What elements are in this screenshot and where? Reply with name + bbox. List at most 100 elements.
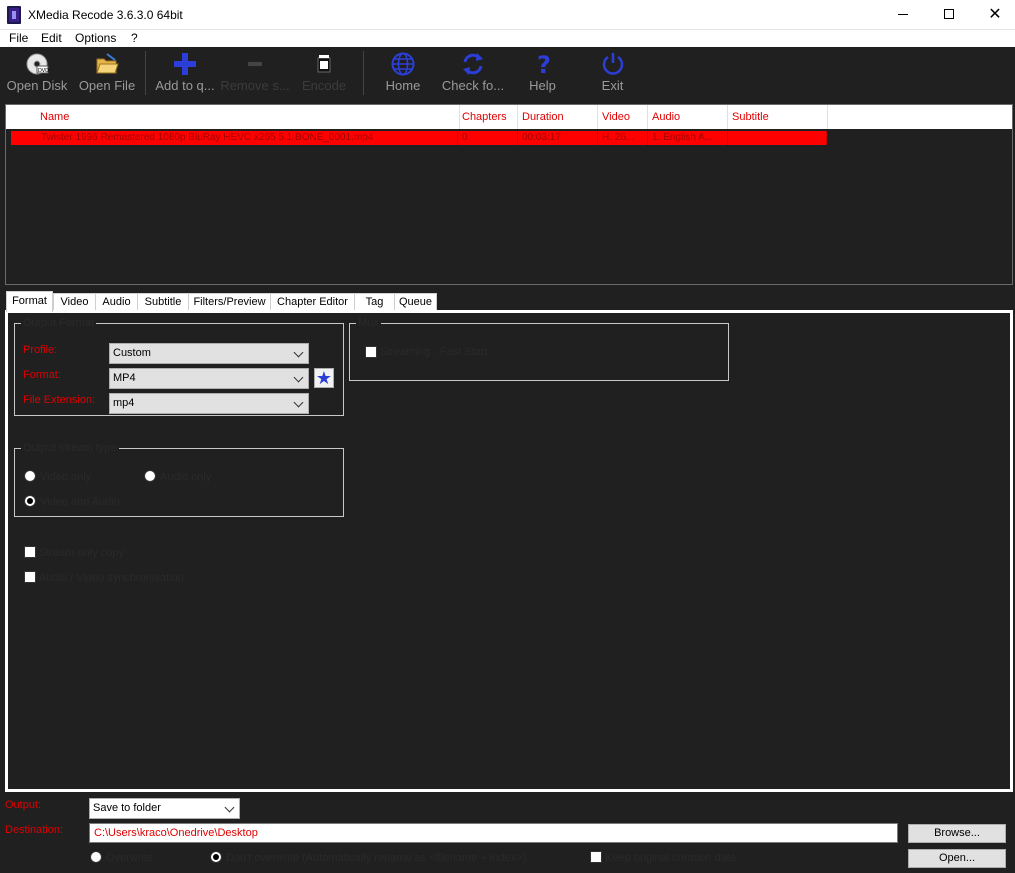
file-extension-dropdown[interactable]: mp4 <box>109 393 309 414</box>
home-label: Home <box>385 78 421 93</box>
column-header-duration[interactable]: Duration <box>518 105 598 129</box>
exit-button[interactable]: Exit <box>585 47 640 99</box>
cell-duration: 00:03:17 <box>518 131 598 145</box>
column-header-audio[interactable]: Audio <box>648 105 728 129</box>
av-sync-label: Audio / Video synchronisation <box>39 572 184 584</box>
format-label: Format: <box>23 369 61 381</box>
browse-button[interactable]: Browse... <box>908 824 1006 843</box>
add-to-queue-label: Add to q... <box>155 78 215 93</box>
plus-icon <box>173 52 197 76</box>
encode-label: Encode <box>301 78 347 93</box>
streaming-fast-start-checkbox[interactable] <box>365 346 377 358</box>
toolbar-separator <box>363 51 364 95</box>
format-tab-content: Output Format Profile: Custom Format: MP… <box>8 313 1010 789</box>
overwrite-label: Overwrite <box>106 852 154 864</box>
keep-creation-date-checkbox[interactable] <box>590 851 602 863</box>
file-extension-label: File Extension: <box>23 394 96 406</box>
open-button[interactable]: Open... <box>908 849 1006 868</box>
menu-file[interactable]: File <box>9 31 28 45</box>
format-tab-panel: Output Format Profile: Custom Format: MP… <box>5 310 1013 792</box>
output-format-group: Output Format Profile: Custom Format: MP… <box>14 316 344 416</box>
add-to-queue-button[interactable]: Add to q... <box>150 47 220 99</box>
keep-creation-date-label: Keep original creation date <box>605 852 736 864</box>
profile-label: Profile: <box>23 344 58 356</box>
tab-queue[interactable]: Queue <box>394 293 437 311</box>
streaming-fast-start-label: Streaming - Fast Start <box>380 346 488 358</box>
table-row[interactable]: Twister 1996 Remastered 1080p BluRay HEV… <box>11 131 827 145</box>
column-header-video[interactable]: Video <box>598 105 648 129</box>
check-for-updates-button[interactable]: Check fo... <box>437 47 509 99</box>
maximize-icon <box>944 9 954 19</box>
file-list[interactable]: Name Chapters Duration Video Audio Subti… <box>5 104 1013 285</box>
help-button[interactable]: ? Help <box>515 47 570 99</box>
mux-legend: Mux <box>356 316 381 330</box>
video-only-radio[interactable] <box>24 470 36 482</box>
cell-chapters: 0 <box>458 131 518 145</box>
chevron-down-icon <box>224 802 235 813</box>
column-header-chapters[interactable]: Chapters <box>458 105 518 129</box>
format-dropdown[interactable]: MP4 <box>109 368 309 389</box>
open-disk-button[interactable]: DVD Open Disk <box>2 47 72 99</box>
remove-button[interactable]: Remove s... <box>220 47 290 99</box>
audio-only-label: Audio only <box>160 471 212 483</box>
menu-options[interactable]: Options <box>75 31 116 45</box>
destination-field[interactable]: C:\Users\kraco\Onedrive\Desktop <box>89 823 898 843</box>
output-stream-type-legend: Output stream type <box>21 441 119 455</box>
video-and-audio-radio[interactable] <box>24 495 36 507</box>
app-film-icon <box>7 6 21 24</box>
help-label: Help <box>529 78 556 93</box>
profile-dropdown[interactable]: Custom <box>109 343 309 364</box>
tab-format[interactable]: Format <box>6 291 53 312</box>
tab-subtitle[interactable]: Subtitle <box>137 293 189 311</box>
power-icon <box>601 52 625 76</box>
cell-audio: 1. English A... <box>648 131 728 145</box>
toolbar-separator <box>145 51 146 95</box>
favorite-star-button[interactable]: ★ <box>314 368 334 388</box>
stream-only-copy-checkbox[interactable] <box>24 546 36 558</box>
output-stream-type-group: Output stream type Video only Audio only… <box>14 441 344 517</box>
maximize-button[interactable] <box>926 0 972 30</box>
open-disk-label: Open Disk <box>6 78 68 93</box>
close-button[interactable]: ✕ <box>972 0 1015 30</box>
open-folder-icon <box>95 52 119 76</box>
cell-name: Twister 1996 Remastered 1080p BluRay HEV… <box>37 131 458 145</box>
video-and-audio-label: Video and Audio <box>40 496 120 508</box>
menu-edit[interactable]: Edit <box>41 31 62 45</box>
column-header-name[interactable]: Name <box>36 105 460 129</box>
menu-help[interactable]: ? <box>131 31 138 45</box>
question-mark-icon: ? <box>531 51 555 79</box>
encode-button[interactable]: Encode <box>295 47 353 99</box>
output-mode-value: Save to folder <box>93 802 161 814</box>
tab-audio[interactable]: Audio <box>95 293 138 311</box>
tab-video[interactable]: Video <box>53 293 96 311</box>
destination-value: C:\Users\kraco\Onedrive\Desktop <box>94 827 258 839</box>
audio-only-radio[interactable] <box>144 470 156 482</box>
destination-label: Destination: <box>5 824 64 836</box>
remove-label: Remove s... <box>220 78 290 93</box>
column-header-subtitle[interactable]: Subtitle <box>728 105 828 129</box>
svg-text:DVD: DVD <box>38 68 49 74</box>
open-file-button[interactable]: Open File <box>73 47 141 99</box>
refresh-icon <box>461 52 485 76</box>
home-button[interactable]: Home <box>372 47 434 99</box>
format-value: MP4 <box>113 372 136 384</box>
mux-group: Mux Streaming - Fast Start <box>349 316 729 381</box>
overwrite-radio[interactable] <box>90 851 102 863</box>
minus-icon <box>243 52 267 76</box>
minimize-button[interactable] <box>880 0 926 30</box>
cell-subtitle <box>728 131 827 145</box>
output-mode-dropdown[interactable]: Save to folder <box>89 798 240 819</box>
stream-only-copy-label: Stream only copy <box>39 547 124 559</box>
dvd-disk-icon: DVD <box>25 52 49 76</box>
globe-icon <box>391 52 415 76</box>
tab-tag[interactable]: Tag <box>354 293 395 311</box>
tab-chapter-editor[interactable]: Chapter Editor <box>270 293 355 311</box>
tab-filters-preview[interactable]: Filters/Preview <box>188 293 271 311</box>
output-format-legend: Output Format <box>21 316 96 330</box>
chevron-down-icon <box>293 372 304 383</box>
av-sync-checkbox[interactable] <box>24 571 36 583</box>
profile-value: Custom <box>113 347 151 359</box>
check-for-updates-label: Check fo... <box>441 78 505 93</box>
video-only-label: Video only <box>40 471 92 483</box>
dont-overwrite-radio[interactable] <box>210 851 222 863</box>
